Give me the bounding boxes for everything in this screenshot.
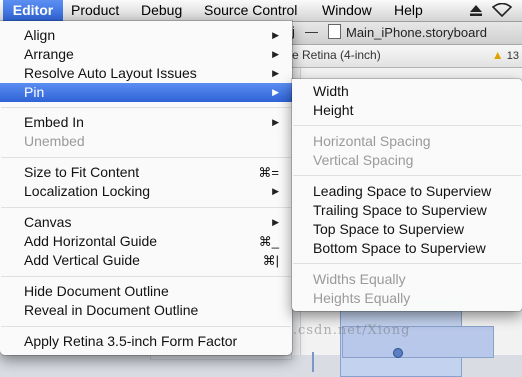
pin-item-leading-space[interactable]: Leading Space to Superview	[292, 182, 522, 201]
menu-item-localization-locking[interactable]: Localization Locking ▶	[0, 182, 292, 201]
menu-item-label: Reveal in Document Outline	[24, 302, 199, 318]
device-label[interactable]: e Retina (4-inch)	[292, 48, 381, 62]
pin-item-widths-equally: Widths Equally	[292, 270, 522, 289]
menu-item-label: Leading Space to Superview	[313, 183, 492, 199]
warning-icon: ▲	[491, 48, 504, 62]
pin-item-horizontal-spacing: Horizontal Spacing	[292, 132, 522, 151]
breadcrumb-file-label: Main_iPhone.storyboard	[346, 25, 487, 40]
menu-item-apply-retina-form-factor[interactable]: Apply Retina 3.5-inch Form Factor	[0, 332, 292, 351]
eject-icon[interactable]	[470, 5, 482, 16]
pin-item-bottom-space[interactable]: Bottom Space to Superview	[292, 239, 522, 258]
menu-item-reveal-in-document-outline[interactable]: Reveal in Document Outline	[0, 301, 292, 320]
menu-item-label: Align	[24, 27, 56, 43]
resize-handle[interactable]	[393, 348, 403, 358]
menu-item-hide-document-outline[interactable]: Hide Document Outline	[0, 282, 292, 301]
menu-item-pin[interactable]: Pin ▶	[0, 83, 292, 102]
menu-item-label: Height	[313, 102, 354, 118]
menu-separator	[293, 175, 521, 176]
breadcrumb-segment[interactable]: j	[292, 24, 295, 39]
shortcut-label: ⌘_	[258, 234, 279, 249]
pin-item-vertical-spacing: Vertical Spacing	[292, 151, 522, 170]
menu-item-unembed: Unembed	[0, 132, 292, 151]
submenu-arrow-icon: ▶	[272, 49, 279, 59]
menu-item-label: Localization Locking	[24, 183, 151, 199]
menu-editor[interactable]: Editor	[3, 0, 63, 21]
menu-debug[interactable]: Debug	[141, 0, 182, 21]
menu-item-label: Apply Retina 3.5-inch Form Factor	[24, 333, 238, 349]
submenu-arrow-icon: ▶	[272, 68, 279, 78]
storyboard-file-icon	[328, 24, 341, 39]
menu-item-embed-in[interactable]: Embed In ▶	[0, 113, 292, 132]
submenu-arrow-icon: ▶	[272, 186, 279, 196]
menu-separator	[1, 276, 291, 277]
submenu-arrow-icon: ▶	[272, 87, 279, 97]
menu-item-label: Bottom Space to Superview	[313, 240, 486, 256]
breadcrumb-separator: —	[305, 24, 318, 39]
menu-item-label: Widths Equally	[313, 271, 406, 287]
menu-help[interactable]: Help	[394, 0, 423, 21]
menu-window[interactable]: Window	[322, 0, 372, 21]
submenu-arrow-icon: ▶	[272, 217, 279, 227]
pin-item-heights-equally: Heights Equally	[292, 289, 522, 308]
menu-item-label: Add Vertical Guide	[24, 252, 140, 268]
menu-item-add-vertical-guide[interactable]: Add Vertical Guide ⌘|	[0, 251, 292, 270]
pin-submenu: Width Height Horizontal Spacing Vertical…	[292, 79, 522, 311]
menu-item-label: Top Space to Superview	[313, 221, 464, 237]
submenu-arrow-icon: ▶	[272, 117, 279, 127]
menu-item-label: Width	[313, 83, 349, 99]
menu-item-label: Heights Equally	[313, 290, 411, 306]
menu-item-label: Embed In	[24, 114, 84, 130]
menu-separator	[1, 157, 291, 158]
menu-item-align[interactable]: Align ▶	[0, 26, 292, 45]
menu-item-label: Unembed	[24, 133, 85, 149]
shortcut-label: ⌘|	[262, 253, 279, 268]
menu-item-label: Vertical Spacing	[313, 152, 414, 168]
menu-item-add-horizontal-guide[interactable]: Add Horizontal Guide ⌘_	[0, 232, 292, 251]
menu-item-resolve-auto-layout[interactable]: Resolve Auto Layout Issues ▶	[0, 64, 292, 83]
menu-item-canvas[interactable]: Canvas ▶	[0, 213, 292, 232]
menu-item-label: Resolve Auto Layout Issues	[24, 65, 197, 81]
menu-item-label: Size to Fit Content	[24, 164, 140, 180]
menu-source-control[interactable]: Source Control	[204, 0, 297, 21]
menu-item-label: Hide Document Outline	[24, 283, 169, 299]
menu-separator	[293, 125, 521, 126]
constraint-line	[312, 352, 314, 372]
menu-item-label: Pin	[24, 84, 45, 100]
wifi-icon[interactable]	[492, 3, 512, 17]
submenu-arrow-icon: ▶	[272, 30, 279, 40]
menu-item-label: Arrange	[24, 46, 74, 62]
menu-separator	[1, 326, 291, 327]
shortcut-label: ⌘=	[258, 165, 279, 180]
menu-product[interactable]: Product	[71, 0, 119, 21]
warning-count: 13	[506, 50, 519, 62]
editor-menu: Align ▶ Arrange ▶ Resolve Auto Layout Is…	[0, 21, 292, 355]
pin-item-trailing-space[interactable]: Trailing Space to Superview	[292, 201, 522, 220]
menu-separator	[1, 207, 291, 208]
menu-item-label: Trailing Space to Superview	[313, 202, 487, 218]
warning-badge[interactable]: ▲ 13	[492, 48, 519, 62]
menu-item-label: Canvas	[24, 214, 72, 230]
pin-item-top-space[interactable]: Top Space to Superview	[292, 220, 522, 239]
menu-separator	[293, 263, 521, 264]
menu-separator	[1, 107, 291, 108]
menu-item-size-to-fit[interactable]: Size to Fit Content ⌘=	[0, 163, 292, 182]
menu-item-arrange[interactable]: Arrange ▶	[0, 45, 292, 64]
pin-item-width[interactable]: Width	[292, 82, 522, 101]
breadcrumb-file[interactable]: Main_iPhone.storyboard	[328, 24, 487, 40]
menu-bar: Editor Product Debug Source Control Wind…	[0, 0, 522, 22]
pin-item-height[interactable]: Height	[292, 101, 522, 120]
menu-item-label: Horizontal Spacing	[313, 133, 431, 149]
menu-item-label: Add Horizontal Guide	[24, 233, 158, 249]
